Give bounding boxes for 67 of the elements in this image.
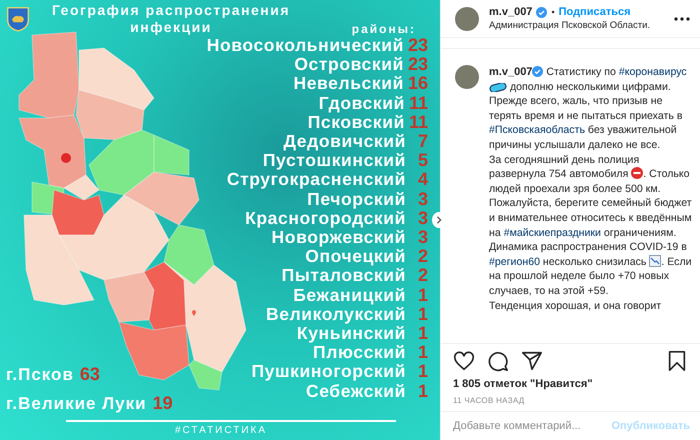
hashtag-label: #СТАТИСТИКА	[174, 425, 268, 436]
district-name: Пушкиногорский	[251, 362, 406, 382]
comment-icon[interactable]	[487, 350, 509, 372]
case-count: 16	[408, 74, 428, 94]
district-name: Куньинский	[296, 324, 406, 344]
no-entry-icon	[631, 167, 644, 180]
district-name: Псковский	[308, 112, 405, 132]
location-link[interactable]: Администрация Псковской Области.	[489, 20, 664, 31]
district-name: Стругокрасненский	[226, 170, 406, 190]
avatar[interactable]	[455, 6, 479, 30]
case-count: 1	[416, 304, 428, 324]
post-caption: m.v_007 Статистику по #коронавирус дополню несколькими цифрами. Прежде всего, жаль, что призыв не терять время и не пытаться приехать в #Псковскаяобласть без уважительной причины услышали далеко не все. За сегодняшний день полиция развернула 754 автомобиля . Столько людей проехали зря более 500 км. Пожалуйста, берегите семейный бюджет и внимательнее относитесь к введённым на #майскиепраздники ограничениям. Динамика распространения COVID-19 в #регион60 несколько снизилась . Если на прошлой неделе было +70 новых случаев, то на этой +59. Тенденция хорошая, и она говорит	[489, 65, 693, 314]
case-count: 7	[416, 132, 428, 152]
hashtag-link[interactable]: #майскиепраздники	[504, 226, 601, 239]
username-link[interactable]: m.v_007	[489, 66, 532, 78]
case-count: 1	[416, 382, 428, 401]
likes-count[interactable]: 1 805 отметок "Нравится"	[441, 376, 700, 392]
district-name: Пустошкинский	[262, 151, 406, 170]
like-heart-icon[interactable]	[453, 350, 475, 372]
share-icon[interactable]	[521, 350, 543, 372]
case-count: 1	[416, 286, 428, 305]
district-name: Опочецкий	[305, 247, 406, 266]
case-count: 1	[416, 324, 428, 344]
more-options-icon[interactable]	[674, 16, 690, 20]
infographic-title: География распространения инфекции	[50, 2, 292, 36]
district-name: Себежский	[306, 382, 406, 401]
case-count: 1	[416, 362, 428, 382]
district-name: Красногородский	[245, 208, 406, 228]
district-name: Пыталовский	[282, 266, 406, 286]
district-name: Плюсский	[313, 343, 406, 362]
case-count: 5	[416, 151, 428, 170]
hashtag-link[interactable]: #коронавирус	[618, 66, 687, 78]
list-heading: районы:	[352, 22, 416, 36]
case-count: 11	[408, 112, 428, 132]
separator-dot: •	[551, 7, 555, 17]
case-count: 23	[408, 55, 428, 74]
case-count: 23	[408, 36, 428, 56]
district-name: Новоржевский	[272, 228, 406, 248]
city-name: г.Псков	[6, 365, 74, 385]
avatar[interactable]	[455, 65, 479, 89]
district-name: Новосокольнический	[206, 36, 404, 56]
district-name: Невельский	[293, 74, 404, 94]
case-count: 4	[416, 170, 428, 190]
district-name: Островский	[294, 55, 404, 74]
case-count: 11	[408, 94, 428, 113]
username-link[interactable]: m.v_007	[489, 6, 532, 18]
district-name: Гдовский	[318, 94, 405, 113]
case-count: 2	[416, 247, 428, 266]
bookmark-icon[interactable]	[666, 350, 688, 372]
case-count: 1	[416, 343, 428, 362]
case-count: 19	[152, 393, 173, 414]
chevron-right-icon	[435, 216, 443, 224]
coat-of-arms-icon	[6, 4, 30, 32]
hashtag-link[interactable]: #регион60	[489, 256, 540, 268]
district-name: Великолукский	[266, 304, 406, 324]
hashtag-link[interactable]: #Псковскаяобласть	[489, 124, 585, 136]
case-count: 63	[80, 364, 100, 385]
case-count: 2	[416, 266, 428, 286]
district-name: Бежаницкий	[293, 286, 406, 305]
case-count: 3	[416, 208, 428, 228]
pill-icon	[489, 82, 507, 92]
chart-decreasing-icon	[649, 254, 662, 267]
case-count: 3	[416, 228, 428, 248]
city-name: г.Великие Луки	[6, 394, 147, 414]
case-count: 3	[416, 190, 428, 209]
district-name: Дедовичский	[284, 132, 406, 152]
district-name: Печорский	[307, 190, 406, 209]
